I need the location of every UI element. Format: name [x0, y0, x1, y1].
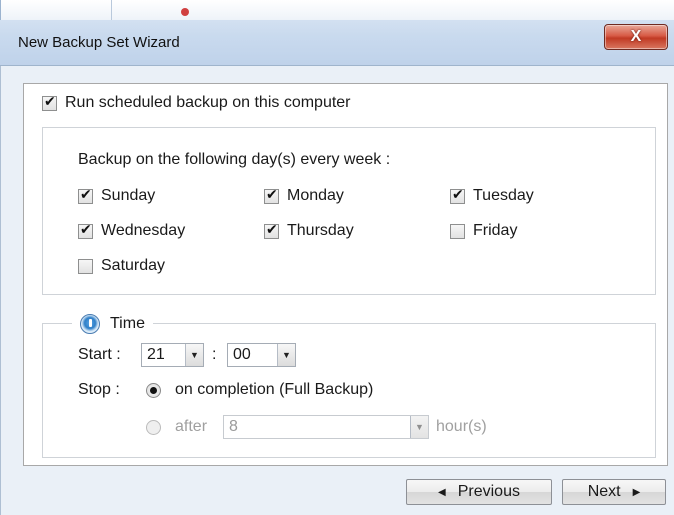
saturday-label: Saturday — [101, 257, 166, 274]
wednesday-checkbox[interactable] — [78, 222, 93, 239]
background-icon — [181, 8, 189, 16]
start-label: Start : — [78, 346, 121, 363]
days-heading: Backup on the following day(s) every wee… — [78, 151, 391, 168]
time-separator: : — [212, 346, 217, 363]
previous-button[interactable]: ◀ Previous — [406, 479, 552, 505]
chevron-down-icon[interactable]: ▼ — [185, 344, 203, 366]
day-tuesday[interactable]: Tuesday — [450, 187, 534, 205]
tuesday-checkbox[interactable] — [450, 187, 465, 204]
triangle-left-icon: ◀ — [438, 486, 446, 498]
next-button[interactable]: Next ▶ — [562, 479, 666, 505]
title-bar: New Backup Set Wizard X — [0, 0, 674, 66]
run-scheduled-checkbox[interactable] — [42, 94, 57, 111]
after-hours-value: 8 — [229, 418, 238, 435]
previous-label: Previous — [457, 483, 520, 500]
tuesday-label: Tuesday — [473, 187, 534, 204]
after-hours-select[interactable]: 8 ▼ — [223, 415, 429, 439]
chevron-down-icon[interactable]: ▼ — [410, 416, 428, 438]
window-title: New Backup Set Wizard — [18, 34, 180, 51]
run-scheduled-label: Run scheduled backup on this computer — [65, 94, 351, 111]
stop-on-completion-option[interactable]: on completion (Full Backup) — [146, 381, 373, 399]
on-completion-radio[interactable] — [146, 382, 161, 398]
day-monday[interactable]: Monday — [264, 187, 344, 205]
day-sunday[interactable]: Sunday — [78, 187, 155, 205]
friday-checkbox[interactable] — [450, 223, 465, 239]
thursday-checkbox[interactable] — [264, 222, 279, 239]
close-button[interactable]: X — [604, 24, 668, 50]
close-icon: X — [630, 28, 642, 45]
day-wednesday[interactable]: Wednesday — [78, 222, 185, 240]
wizard-window: New Backup Set Wizard X Run scheduled ba… — [0, 0, 674, 515]
monday-checkbox[interactable] — [264, 187, 279, 204]
start-hour-select[interactable]: 21 ▼ — [141, 343, 204, 367]
start-minute-value: 00 — [233, 346, 251, 363]
stop-label: Stop : — [78, 381, 120, 398]
day-thursday[interactable]: Thursday — [264, 222, 354, 240]
sunday-label: Sunday — [101, 187, 156, 204]
hours-label: hour(s) — [436, 418, 487, 435]
thursday-label: Thursday — [287, 222, 354, 239]
chevron-down-icon[interactable]: ▼ — [277, 344, 295, 366]
time-legend-label: Time — [110, 315, 145, 332]
friday-label: Friday — [473, 222, 518, 239]
background-divider — [111, 0, 112, 20]
stop-after-option[interactable]: after — [146, 418, 207, 436]
day-friday[interactable]: Friday — [450, 222, 517, 240]
triangle-right-icon: ▶ — [632, 486, 641, 498]
start-hour-value: 21 — [147, 346, 165, 363]
monday-label: Monday — [287, 187, 344, 204]
wednesday-label: Wednesday — [101, 222, 186, 239]
time-legend[interactable]: Time — [72, 313, 153, 335]
clock-radio-icon[interactable] — [80, 314, 100, 334]
after-label: after — [175, 418, 208, 435]
saturday-checkbox[interactable] — [78, 258, 93, 274]
next-label: Next — [587, 483, 621, 500]
background-window-strip — [0, 0, 674, 20]
after-radio[interactable] — [146, 419, 161, 435]
start-minute-select[interactable]: 00 ▼ — [227, 343, 296, 367]
day-saturday[interactable]: Saturday — [78, 257, 165, 275]
on-completion-label: on completion (Full Backup) — [175, 381, 374, 398]
sunday-checkbox[interactable] — [78, 187, 93, 204]
run-scheduled-backup[interactable]: Run scheduled backup on this computer — [42, 94, 351, 112]
